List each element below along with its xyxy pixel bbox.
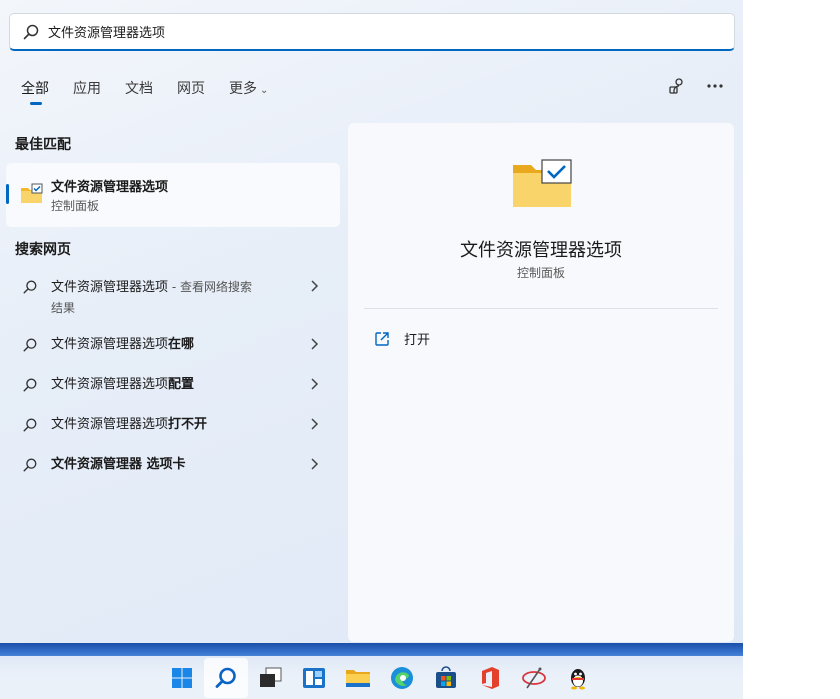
more-options-button[interactable] [705, 76, 725, 96]
open-external-icon [375, 331, 389, 346]
web-result-suggestion: 在哪 [168, 337, 195, 352]
pen-app-button[interactable] [512, 658, 556, 698]
tab-more-label: 更多 [229, 81, 257, 97]
search-icon [215, 667, 236, 688]
web-result-text: 文件资源管理器选项在哪 [51, 335, 281, 355]
tab-all[interactable]: 全部 [21, 78, 49, 105]
section-best-match: 最佳匹配 [15, 137, 71, 153]
web-result-text: 文件资源管理器选项打不开 [51, 415, 281, 435]
file-explorer-button[interactable] [336, 658, 380, 698]
web-result-3[interactable]: 文件资源管理器选项配置 [22, 375, 322, 395]
search-icon [23, 24, 39, 39]
task-view-button[interactable] [248, 658, 292, 698]
pen-icon [522, 667, 546, 689]
best-match-subtitle: 控制面板 [51, 199, 100, 213]
web-result-text: 文件资源管理器选项配置 [51, 375, 281, 395]
web-result-query: 文件资源管理器选项 [51, 280, 169, 295]
folder-icon [346, 670, 370, 687]
web-result-query: 文件资源管理器选项 [51, 377, 169, 392]
tab-documents[interactable]: 文档 [125, 78, 153, 98]
office-button[interactable] [468, 658, 512, 698]
qq-button[interactable] [556, 658, 600, 698]
search-box[interactable] [9, 13, 735, 51]
best-match-item[interactable]: 文件资源管理器选项 控制面板 [6, 163, 340, 227]
chevron-right-icon [311, 338, 319, 350]
open-button[interactable]: 打开 [374, 329, 430, 348]
best-match-title: 文件资源管理器选项 [51, 180, 169, 195]
search-icon [23, 280, 37, 294]
web-result-hint: - 查看网络搜索 [168, 280, 252, 294]
web-result-suggestion: 配置 [168, 377, 195, 392]
open-label: 打开 [404, 333, 431, 348]
chevron-right-icon [311, 458, 319, 470]
account-switch-button[interactable] [667, 76, 687, 96]
web-result-query: 文件资源管理器选项 [51, 417, 169, 432]
search-icon [23, 338, 37, 352]
web-result-suggestion: 打不开 [168, 417, 208, 432]
folder-options-icon [513, 159, 572, 207]
top-right-actions [667, 76, 725, 96]
start-button[interactable] [160, 658, 204, 698]
web-result-query: 文件资源管理器选项 [51, 337, 169, 352]
windows-icon [172, 668, 192, 688]
web-result-1[interactable]: 文件资源管理器选项 - 查看网络搜索结果 [22, 277, 322, 319]
qq-penguin-icon [571, 669, 585, 690]
web-result-4[interactable]: 文件资源管理器选项打不开 [22, 415, 322, 435]
folder-options-icon [21, 183, 43, 203]
task-view-icon [260, 667, 282, 687]
store-button[interactable] [424, 658, 468, 698]
more-icon [707, 84, 723, 88]
detail-subtitle: 控制面板 [516, 266, 565, 280]
selection-indicator [6, 184, 9, 204]
detail-title: 文件资源管理器选项 [460, 240, 622, 261]
edge-button[interactable] [380, 658, 424, 698]
edge-icon [391, 667, 413, 689]
search-icon [23, 378, 37, 392]
search-panel: 全部 应用 文档 网页 更多⌄ 最佳匹配 [0, 0, 743, 643]
section-search-web: 搜索网页 [15, 242, 71, 258]
chevron-right-icon [311, 280, 319, 292]
web-result-5[interactable]: 文件资源管理器 选项卡 [22, 455, 322, 475]
chevron-right-icon [311, 378, 319, 390]
web-result-text: 文件资源管理器选项 - 查看网络搜索结果 [51, 277, 281, 319]
taskbar-search-button[interactable] [204, 658, 248, 698]
account-switch-icon [669, 78, 683, 94]
search-icon [23, 458, 37, 472]
filter-tabs: 全部 应用 文档 网页 更多 ⌄ [21, 78, 268, 105]
web-result-suggestion: 选项卡 [142, 457, 186, 472]
taskbar-items [160, 658, 600, 698]
tab-apps[interactable]: 应用 [73, 78, 101, 98]
store-icon [436, 666, 456, 688]
tab-more[interactable]: 更多 ⌄ [229, 78, 268, 98]
widgets-icon [303, 668, 325, 688]
chevron-right-icon [311, 418, 319, 430]
widgets-button[interactable] [292, 658, 336, 698]
web-result-hint-2: 结果 [51, 301, 76, 315]
divider [364, 308, 718, 309]
chevron-down-icon: ⌄ [260, 85, 269, 96]
web-result-2[interactable]: 文件资源管理器选项在哪 [22, 335, 322, 355]
web-result-text: 文件资源管理器 选项卡 [51, 455, 281, 475]
search-icon [23, 418, 37, 432]
search-input[interactable] [48, 24, 648, 39]
office-icon [482, 667, 499, 689]
taskbar [0, 643, 743, 699]
detail-pane: 文件资源管理器选项 控制面板 打开 [348, 123, 734, 642]
tab-web[interactable]: 网页 [177, 78, 205, 98]
web-result-query: 文件资源管理器 [51, 457, 143, 472]
